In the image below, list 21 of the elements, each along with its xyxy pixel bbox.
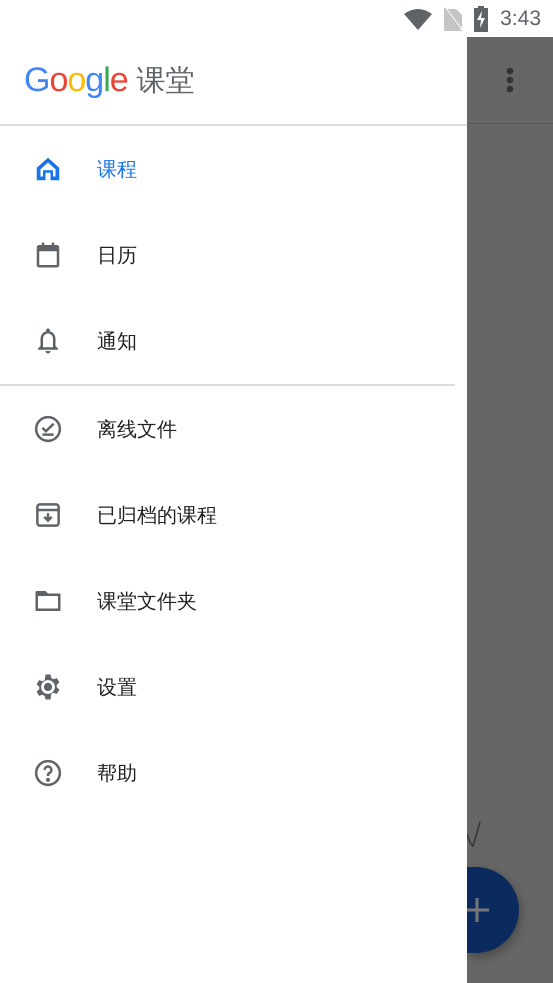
doodle-icon <box>467 820 481 850</box>
status-time: 3:43 <box>500 6 541 30</box>
battery-charging-icon <box>474 6 488 32</box>
drawer-item[interactable]: 离线文件 <box>0 386 467 472</box>
drawer-item[interactable]: 日历 <box>0 212 467 298</box>
check-circle-icon <box>33 414 63 444</box>
plus-icon <box>467 898 489 922</box>
add-button[interactable] <box>467 867 519 953</box>
drawer-item[interactable]: 课堂文件夹 <box>0 558 467 644</box>
app-title: 课堂 <box>136 62 195 98</box>
archive-icon <box>33 500 63 530</box>
drawer-item[interactable]: 课程 <box>0 126 467 212</box>
logo: Google <box>24 61 128 100</box>
more-vert-icon <box>506 67 514 93</box>
help-icon <box>33 758 63 788</box>
no-sim-icon <box>444 6 462 30</box>
drawer-item[interactable]: 通知 <box>0 298 467 384</box>
wifi-icon <box>404 8 432 30</box>
drawer-item[interactable]: 设置 <box>0 644 467 730</box>
drawer-item[interactable]: 已归档的课程 <box>0 472 467 558</box>
drawer-item[interactable]: 帮助 <box>0 730 467 816</box>
